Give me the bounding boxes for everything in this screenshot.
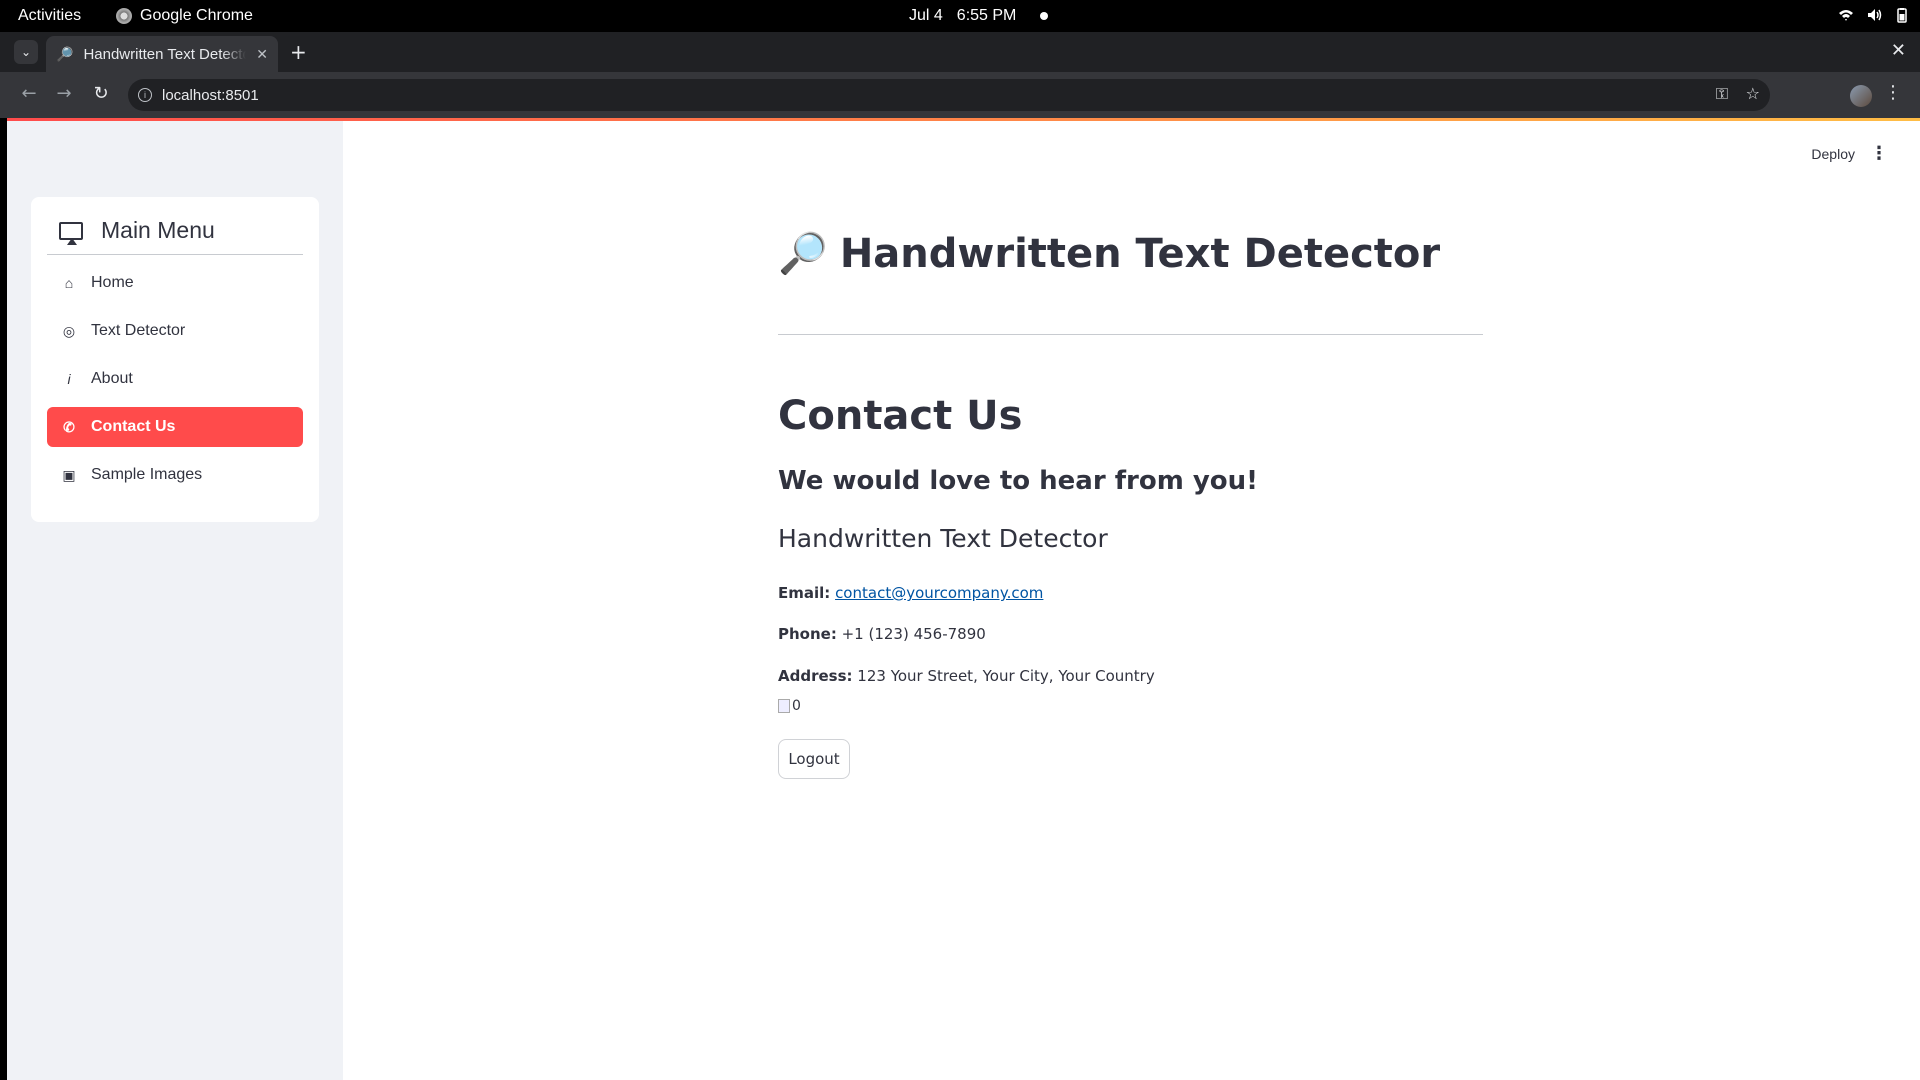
- site-info-icon[interactable]: i: [138, 88, 152, 102]
- page-title-text: Handwritten Text Detector: [839, 230, 1441, 277]
- volume-icon: [1866, 7, 1882, 23]
- section-title: Contact Us: [778, 393, 1023, 439]
- divider: [778, 334, 1483, 335]
- new-tab-button[interactable]: +: [290, 40, 307, 64]
- page-title: 🔎 Handwritten Text Detector: [778, 230, 1441, 278]
- menu-item-label: Contact Us: [91, 418, 176, 435]
- battery-icon: [1894, 7, 1910, 23]
- address-bar[interactable]: i localhost:8501: [128, 79, 1770, 111]
- company-name: Handwritten Text Detector: [778, 524, 1108, 553]
- email-label: Email:: [778, 584, 831, 602]
- address-label: Address:: [778, 667, 853, 685]
- phone-value: +1 (123) 456-7890: [841, 625, 986, 643]
- clock[interactable]: Jul 4 6:55 PM: [909, 7, 1049, 25]
- image-alt-text: 0: [792, 698, 801, 714]
- deploy-button[interactable]: Deploy: [1811, 146, 1855, 162]
- browser-tab[interactable]: 🔎 Handwritten Text Detector ✕: [46, 36, 278, 72]
- main-menu: Main Menu ⌂ Home ◎ Text Detector i About…: [31, 197, 319, 522]
- app-menu[interactable]: Google Chrome: [116, 7, 253, 25]
- image-icon: ▣: [62, 466, 76, 483]
- address-value: 123 Your Street, Your City, Your Country: [857, 667, 1155, 685]
- forward-icon[interactable]: →: [52, 83, 76, 104]
- phone-line: Phone: +1 (123) 456-7890: [778, 625, 986, 643]
- page-viewport: Main Menu ⌂ Home ◎ Text Detector i About…: [7, 118, 1920, 1080]
- app-name: Google Chrome: [140, 7, 253, 24]
- address-line: Address: 123 Your Street, Your City, You…: [778, 667, 1155, 685]
- broken-image-icon: [778, 699, 790, 713]
- phone-icon: ✆: [63, 418, 75, 435]
- url-text[interactable]: localhost:8501: [162, 87, 259, 104]
- menu-item-label: Sample Images: [91, 466, 203, 483]
- menu-item-label: About: [91, 370, 133, 387]
- browser-menu-icon[interactable]: ⋮: [1884, 82, 1902, 103]
- window-close-icon[interactable]: ✕: [1891, 40, 1906, 61]
- activities-button[interactable]: Activities: [18, 7, 81, 25]
- logout-button[interactable]: Logout: [778, 739, 850, 779]
- email-link[interactable]: contact@yourcompany.com: [835, 584, 1043, 602]
- email-line: Email: contact@yourcompany.com: [778, 584, 1043, 602]
- info-icon: i: [67, 371, 71, 387]
- broken-image: 0: [778, 698, 801, 714]
- menu-item-label: Text Detector: [91, 322, 186, 339]
- menu-item-text-detector[interactable]: ◎ Text Detector: [47, 311, 303, 351]
- tab-search-button[interactable]: ⌄: [14, 40, 38, 64]
- profile-avatar[interactable]: [1850, 85, 1872, 107]
- magnifier-icon: 🔎: [778, 231, 828, 277]
- menu-title: Main Menu: [101, 217, 215, 243]
- date: Jul 4: [909, 7, 943, 24]
- back-icon[interactable]: ←: [17, 83, 41, 104]
- wifi-icon: [1838, 7, 1854, 23]
- reload-icon[interactable]: ↻: [89, 83, 113, 104]
- menu-header: Main Menu: [47, 209, 303, 255]
- chevron-down-icon: ⌄: [20, 45, 32, 59]
- menu-item-home[interactable]: ⌂ Home: [47, 263, 303, 303]
- menu-item-sample-images[interactable]: ▣ Sample Images: [47, 455, 303, 495]
- tab-favicon-icon: 🔎: [56, 45, 74, 62]
- house-icon: ⌂: [64, 275, 74, 291]
- camera-icon: ◎: [62, 322, 76, 339]
- bookmark-star-icon[interactable]: ☆: [1746, 84, 1760, 103]
- app-menu-icon[interactable]: ⋮: [1870, 143, 1888, 164]
- key-icon[interactable]: ⚿: [1716, 84, 1728, 104]
- sidebar: Main Menu ⌂ Home ◎ Text Detector i About…: [7, 121, 343, 1080]
- tab-title: Handwritten Text Detector: [83, 45, 247, 63]
- cast-icon: [59, 221, 83, 245]
- system-top-bar: Activities Google Chrome Jul 4 6:55 PM: [0, 0, 1920, 32]
- menu-list: ⌂ Home ◎ Text Detector i About ✆ Contact…: [47, 263, 303, 495]
- recording-indicator-icon: [1040, 12, 1049, 20]
- phone-label: Phone:: [778, 625, 837, 643]
- browser-toolbar: ← → ↻ i localhost:8501 ⚿ ☆: [0, 72, 1920, 118]
- menu-item-label: Home: [91, 274, 134, 291]
- menu-item-contact-us[interactable]: ✆ Contact Us: [47, 407, 303, 447]
- menu-item-about[interactable]: i About: [47, 359, 303, 399]
- tab-close-icon[interactable]: ✕: [256, 46, 268, 63]
- chrome-icon: [116, 8, 132, 24]
- tagline: We would love to hear from you!: [778, 466, 1259, 496]
- system-tray[interactable]: [1838, 7, 1910, 23]
- tab-strip: ⌄ 🔎 Handwritten Text Detector ✕ + ✕: [0, 32, 1920, 72]
- time: 6:55 PM: [956, 7, 1017, 24]
